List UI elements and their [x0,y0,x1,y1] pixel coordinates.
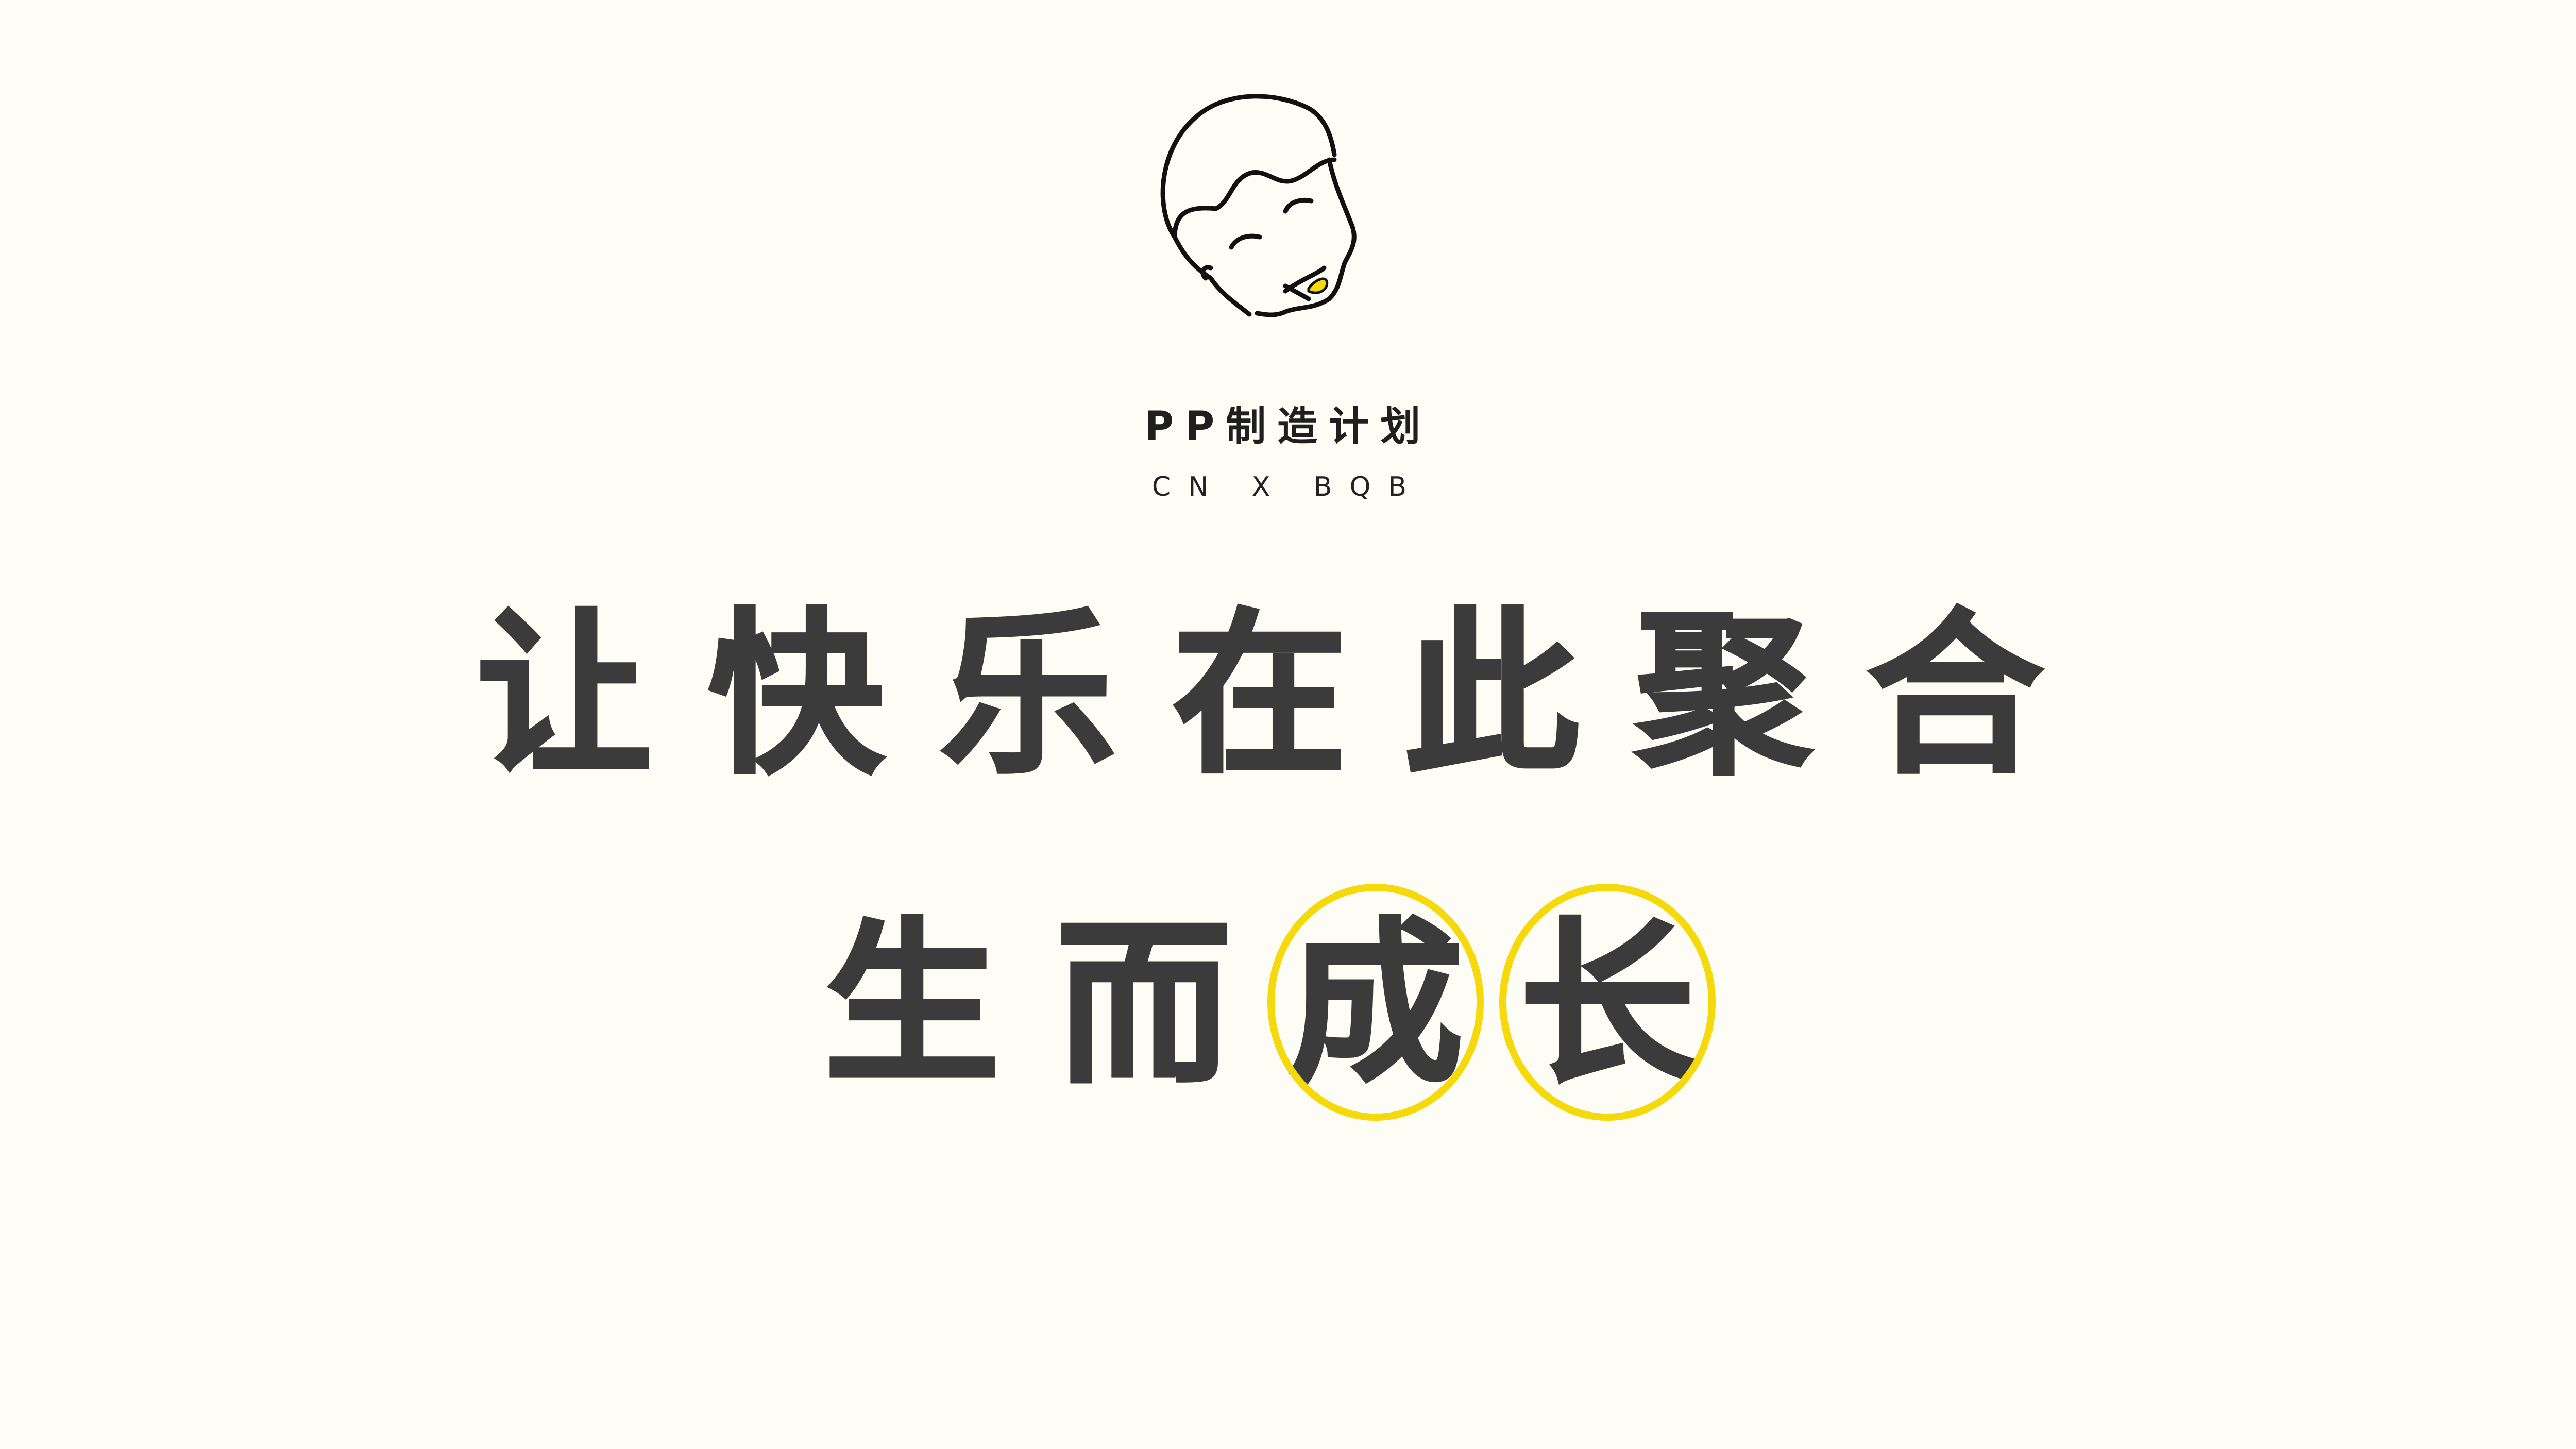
boy-face-logo-icon [1160,94,1357,317]
headline-char: 乐 [939,594,1172,798]
brand-tagline: CN X BQB [1151,471,1425,502]
headline-char-circled: 长 [1499,884,1752,1121]
headline-line-1: 让快乐在此聚合 [0,594,2576,798]
headline-char: 而 [1055,903,1288,1107]
headline-char: 生 [823,903,1056,1107]
headline-char: 合 [1866,594,2099,798]
headline-char: 在 [1171,594,1404,798]
headline-char: 此 [1402,594,1636,798]
headline-line-2: 生而成长 [0,884,2576,1121]
headline-char: 聚 [1634,594,1868,798]
headline-char: 快 [707,594,940,798]
headline-char: 让 [475,594,708,798]
headline-char-circled: 成 [1267,884,1520,1121]
brand-name: PP制造计划 [1144,403,1432,450]
